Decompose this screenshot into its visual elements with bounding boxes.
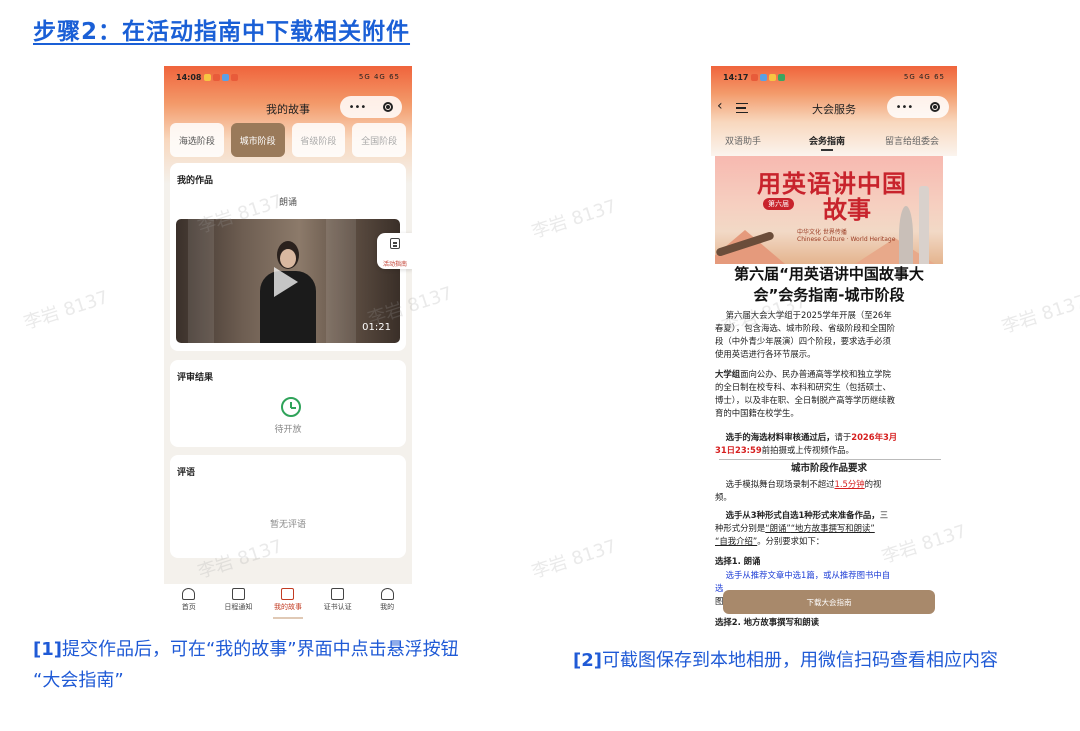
status-time: 14:17 xyxy=(723,73,749,82)
calendar-icon xyxy=(231,588,245,600)
watermark: 李岩 8137 xyxy=(21,286,112,334)
close-target-icon[interactable] xyxy=(930,102,941,112)
status-time: 14:08 xyxy=(176,73,202,82)
comment-empty-text: 暂无评语 xyxy=(269,520,306,530)
tab-province-stage[interactable]: 省级阶段 xyxy=(291,123,346,157)
tab-audition-stage[interactable]: 海选阶段 xyxy=(170,123,224,157)
document-icon xyxy=(390,238,400,249)
video-duration: 01:21 xyxy=(362,322,391,333)
service-tabs: 双语助手 会务指南 留言给组委会 xyxy=(711,130,957,152)
building-decoration xyxy=(899,206,913,264)
phone-screenshot-my-story: 14:08 5G 4G 65 我的故事 ••• 海选阶段 城市阶段 省级阶段 全… xyxy=(164,66,412,620)
status-right: 5G 4G 65 xyxy=(358,73,400,81)
status-bar: 14:17 5G 4G 65 xyxy=(711,66,957,88)
review-status: 待开放 xyxy=(274,425,302,435)
mini-program-capsule[interactable]: ••• xyxy=(887,96,949,118)
more-icon[interactable]: ••• xyxy=(349,102,367,113)
section-heading-city-requirements: 城市阶段作品要求 xyxy=(790,463,867,474)
tab-bilingual-assistant[interactable]: 双语助手 xyxy=(725,134,761,147)
tab-city-stage[interactable]: 城市阶段 xyxy=(230,123,285,157)
activity-guide-label: 活动指南 xyxy=(382,261,407,268)
clock-icon xyxy=(281,397,301,417)
divider xyxy=(719,459,941,460)
my-works-title: 我的作品 xyxy=(177,176,214,186)
play-icon[interactable] xyxy=(274,267,298,297)
step-title: 步骤2：在活动指南中下载相关附件 xyxy=(33,19,411,45)
comment-card: 评语 暂无评语 xyxy=(170,455,406,558)
nav-my-story[interactable]: 我的故事 xyxy=(263,584,313,620)
review-result-title: 评审结果 xyxy=(177,373,214,383)
book-icon xyxy=(281,588,295,600)
video-player[interactable]: 01:21 xyxy=(176,219,400,343)
watermark: 李岩 8137 xyxy=(529,535,620,583)
banner-title-2: 故事 xyxy=(823,196,871,224)
phone-screenshot-conference-service: 14:17 5G 4G 65 ‹ 大会服务 ••• 双语助手 会务指南 留言给组… xyxy=(711,66,957,636)
notification-icons xyxy=(204,74,238,81)
tab-conference-guide[interactable]: 会务指南 xyxy=(809,134,845,151)
bottom-nav: 首页 日程通知 我的故事 证书认证 我的 xyxy=(164,584,412,620)
notification-icons xyxy=(751,74,785,81)
my-works-card: 我的作品 朗诵 01:21 xyxy=(170,163,406,351)
event-banner: 用英语讲中国 故事 第六届 中华文化 世界传播 Chinese Culture ·… xyxy=(715,156,943,264)
status-right: 5G 4G 65 xyxy=(903,73,945,81)
intro-paragraph: 第六届大会大学组于2025学年开展（至26年 春夏），包含海选、城市阶段、省级阶… xyxy=(715,310,896,359)
caption-step-1: [1]提交作品后，可在“我的故事”界面中点击悬浮按钮 “大会指南” xyxy=(33,639,459,691)
stage-tabs: 海选阶段 城市阶段 省级阶段 全国阶段 xyxy=(170,123,406,157)
guide-document: 第六届“用英语讲中国故事大 会”会务指南-城市阶段 第六届大会大学组于2025学年… xyxy=(715,264,943,636)
nav-home[interactable]: 首页 xyxy=(164,584,214,620)
mini-program-capsule[interactable]: ••• xyxy=(340,96,402,118)
work-type-label: 朗诵 xyxy=(278,198,297,208)
caption-step-2: [2]可截图保存到本地相册，用微信扫码查看相应内容 xyxy=(573,650,998,671)
home-icon xyxy=(182,588,196,600)
guide-title: 第六届“用英语讲中国故事大 会”会务指南-城市阶段 xyxy=(734,265,924,304)
certificate-icon xyxy=(331,588,345,600)
status-bar: 14:08 5G 4G 65 xyxy=(164,66,412,88)
more-icon[interactable]: ••• xyxy=(896,102,914,113)
watermark: 李岩 8137 xyxy=(999,290,1080,338)
tab-national-stage[interactable]: 全国阶段 xyxy=(352,123,406,157)
watermark: 李岩 8137 xyxy=(529,195,620,243)
format-paragraph: 选手从3种形式自选1种形式来准备作品，三 种形式分别是“朗诵”“地方故事撰写和朗… xyxy=(715,510,889,546)
nav-profile[interactable]: 我的 xyxy=(362,584,412,620)
comment-title: 评语 xyxy=(177,468,196,478)
choice-1-heading: 选择1. 朗诵 xyxy=(715,556,761,566)
choice-2-heading: 选择2. 地方故事撰写和朗读 xyxy=(715,617,820,627)
tab-message-committee[interactable]: 留言给组委会 xyxy=(885,134,939,147)
banner-edition: 第六届 xyxy=(763,198,794,210)
tower-decoration xyxy=(919,186,929,264)
nav-schedule[interactable]: 日程通知 xyxy=(214,584,264,620)
header-gradient: 14:17 5G 4G 65 ‹ 大会服务 ••• 双语助手 会务指南 留言给组… xyxy=(711,66,957,156)
download-guide-button[interactable]: 下载大会指南 xyxy=(723,590,935,614)
duration-paragraph: 选手模拟舞台现场录制不超过1.5分钟的视 频。 xyxy=(715,479,882,502)
user-icon xyxy=(380,588,394,600)
banner-subtitle: 中华文化 世界传播 Chinese Culture · World Heritag… xyxy=(797,229,896,243)
eligibility-paragraph: 大学组面向公办、民办普通高等学校和独立学院 的全日制在校专科、本科和研究生（包括… xyxy=(715,369,896,418)
deadline-paragraph: 选手的海选材料审核通过后，请于2026年3月 31日23:59前拍摄或上传视频作… xyxy=(715,432,898,455)
activity-guide-float-button[interactable]: 活动指南 xyxy=(377,233,412,269)
review-result-card: 评审结果 待开放 xyxy=(170,360,406,447)
nav-certificate[interactable]: 证书认证 xyxy=(313,584,363,620)
close-target-icon[interactable] xyxy=(383,102,394,112)
